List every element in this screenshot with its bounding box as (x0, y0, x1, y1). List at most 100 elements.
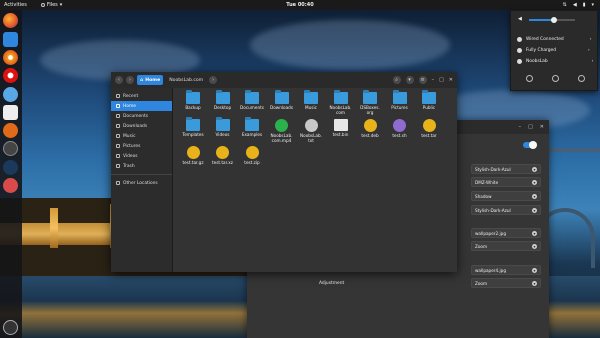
lockscreen-select[interactable]: wallpaper4.jpg ▾ (471, 265, 541, 275)
file-item[interactable]: test.bin (327, 119, 355, 138)
file-item[interactable]: test.tar.gz (179, 146, 207, 166)
sidebar-divider (111, 174, 172, 175)
volume-icon: ◀ (572, 2, 577, 8)
lockscreen-mode-select[interactable]: Zoom ▾ (471, 278, 541, 288)
file-item[interactable]: test.deb (356, 119, 384, 139)
folder-item[interactable]: Pictures (386, 90, 414, 111)
power-icon[interactable] (578, 75, 585, 82)
folder-icon (186, 90, 200, 104)
forward-button[interactable]: › (126, 76, 134, 84)
clock[interactable]: Tue 00:40 (286, 2, 313, 8)
files-icon[interactable] (3, 32, 18, 47)
folder-item[interactable]: Templates (179, 117, 207, 138)
minimize-icon[interactable]: – (432, 77, 435, 83)
battery-icon (517, 48, 522, 53)
settings-icon[interactable] (3, 123, 18, 138)
breadcrumb-folder[interactable]: NoobsLab.com (166, 75, 206, 85)
file-item[interactable]: test.tar.xz (209, 146, 237, 166)
activities-button[interactable]: Activities (4, 2, 27, 8)
file-item[interactable]: NoobsLab. txt (297, 119, 325, 144)
folder-item[interactable]: Public (415, 90, 443, 111)
search-icon[interactable]: ⌕ (392, 76, 401, 84)
rhythmbox-icon[interactable] (3, 50, 18, 65)
maximize-icon[interactable]: □ (439, 77, 444, 83)
shell-select[interactable]: Stylish-Dark-Azul ▾ (471, 205, 541, 215)
chevron-right-icon[interactable]: › (209, 76, 218, 84)
sidebar-item-documents[interactable]: Documents (111, 111, 172, 121)
wallpaper-mode-select[interactable]: Zoom ▾ (471, 241, 541, 251)
system-tray[interactable]: ⇅ ◀ ▮ ▾ (563, 2, 594, 8)
minimize-icon[interactable]: – (519, 124, 522, 130)
sidebar-item-downloads[interactable]: Downloads (111, 121, 172, 131)
sidebar-item-pictures[interactable]: Pictures (111, 141, 172, 151)
folder-icon (245, 117, 259, 131)
folder-item[interactable]: Videos (209, 117, 237, 138)
chevron-down-icon: ▾ (532, 193, 537, 199)
video-icon (116, 154, 120, 158)
lock-icon[interactable] (552, 75, 559, 82)
back-button[interactable]: ‹ (115, 76, 123, 84)
software-center-icon[interactable] (3, 87, 18, 102)
picture-icon (116, 144, 120, 148)
sidebar-item-trash[interactable]: Trash (111, 161, 172, 171)
file-label: Desktop (213, 105, 232, 110)
settings-icon[interactable] (526, 75, 533, 82)
folder-item[interactable]: DSBoxes. org (356, 90, 384, 116)
settings-tweak-icon[interactable] (3, 141, 18, 156)
wallpaper-select[interactable]: wallpaper2.jpg ▾ (471, 228, 541, 238)
folder-icon (392, 90, 407, 104)
terminal-icon[interactable] (3, 160, 18, 175)
breadcrumb-home[interactable]: ⌂ Home (137, 75, 164, 85)
app-menu[interactable]: Files ▾ (40, 2, 62, 8)
sidebar-item-music[interactable]: Music (111, 131, 172, 141)
toggle-switch[interactable] (523, 141, 537, 149)
volume-icon: ◀ (518, 16, 522, 22)
file-item[interactable]: test.tar (415, 119, 443, 139)
chevron-down-icon: ▾ (591, 2, 594, 8)
file-item[interactable]: test.sh (386, 119, 414, 139)
folder-icon (186, 117, 200, 131)
chevron-down-icon: ▾ (532, 267, 537, 273)
icons-select[interactable]: Shadow ▾ (471, 191, 541, 201)
file-item[interactable]: test.zip (238, 146, 266, 166)
view-options-icon[interactable]: ▾ (405, 76, 414, 84)
sidebar-item-home[interactable]: Home (111, 101, 172, 111)
maximize-icon[interactable]: □ (528, 124, 533, 130)
close-icon[interactable]: ✕ (540, 124, 544, 130)
file-label: Templates (182, 132, 204, 137)
close-icon[interactable]: ✕ (449, 77, 453, 83)
file-item[interactable]: NoobsLab. com.mp4 (268, 119, 296, 144)
libreoffice-icon[interactable] (3, 105, 18, 120)
chevron-down-icon: ▾ (532, 280, 537, 286)
menu-item-user[interactable]: NoobsLab › (517, 59, 593, 64)
folder-item[interactable]: Examples (238, 117, 266, 138)
file-label: NoobsLab. com (329, 105, 352, 115)
folder-item[interactable]: Backup (179, 90, 207, 111)
grid-icon[interactable] (3, 320, 18, 335)
top-bar: Activities Files ▾ Tue 00:40 ⇅ ◀ ▮ ▾ (0, 0, 600, 10)
folder-icon (304, 90, 318, 104)
theme-select[interactable]: Stylish-Dark-Azul ▾ (471, 164, 541, 174)
folder-item[interactable]: Documents (238, 90, 266, 111)
firefox-icon[interactable] (3, 13, 18, 28)
sidebar-item-other-locations[interactable]: Other Locations (111, 178, 172, 188)
menu-item-network[interactable]: Wired Connected › (517, 37, 591, 42)
menu-item-battery[interactable]: Fully Charged › (517, 48, 590, 53)
purp-file-icon (393, 119, 406, 132)
folder-item[interactable]: Desktop (209, 90, 237, 111)
folder-item[interactable]: NoobsLab. com (327, 90, 355, 116)
cursor-select[interactable]: DMZ-White ▾ (471, 177, 541, 187)
file-label: Pictures (391, 105, 408, 110)
redirect-icon[interactable] (3, 68, 18, 83)
sidebar-item-videos[interactable]: Videos (111, 151, 172, 161)
user-icon (517, 59, 522, 64)
volume-slider[interactable] (529, 17, 575, 23)
folder-item[interactable]: Downloads (268, 90, 296, 111)
file-label: Backup (185, 105, 201, 110)
folder-item[interactable]: Music (297, 90, 325, 111)
usb-icon[interactable] (3, 178, 18, 193)
network-icon: ⇅ (562, 2, 567, 8)
folder-icon (215, 90, 230, 104)
menu-icon[interactable]: ≡ (418, 76, 427, 84)
sidebar-item-recent[interactable]: Recent (111, 91, 172, 101)
